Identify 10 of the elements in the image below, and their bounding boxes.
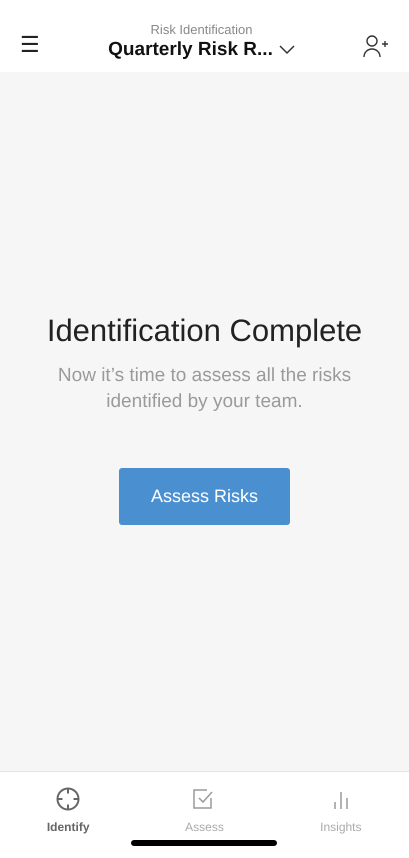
title-dropdown[interactable]: Quarterly Risk R... — [108, 38, 295, 62]
chevron-down-icon — [278, 45, 295, 56]
completion-message: Now it’s time to assess all the risks identified by your team. — [56, 364, 352, 414]
completion-heading: Identification Complete — [46, 312, 362, 350]
target-icon — [55, 786, 82, 812]
tab[interactable]: Identify — [0, 772, 136, 858]
menu-icon[interactable]: ☰ — [20, 34, 40, 56]
add-user-icon[interactable] — [363, 34, 389, 58]
assess-risks-button[interactable]: Assess Risks — [119, 468, 290, 525]
header-subtitle: Risk Identification — [150, 22, 252, 38]
